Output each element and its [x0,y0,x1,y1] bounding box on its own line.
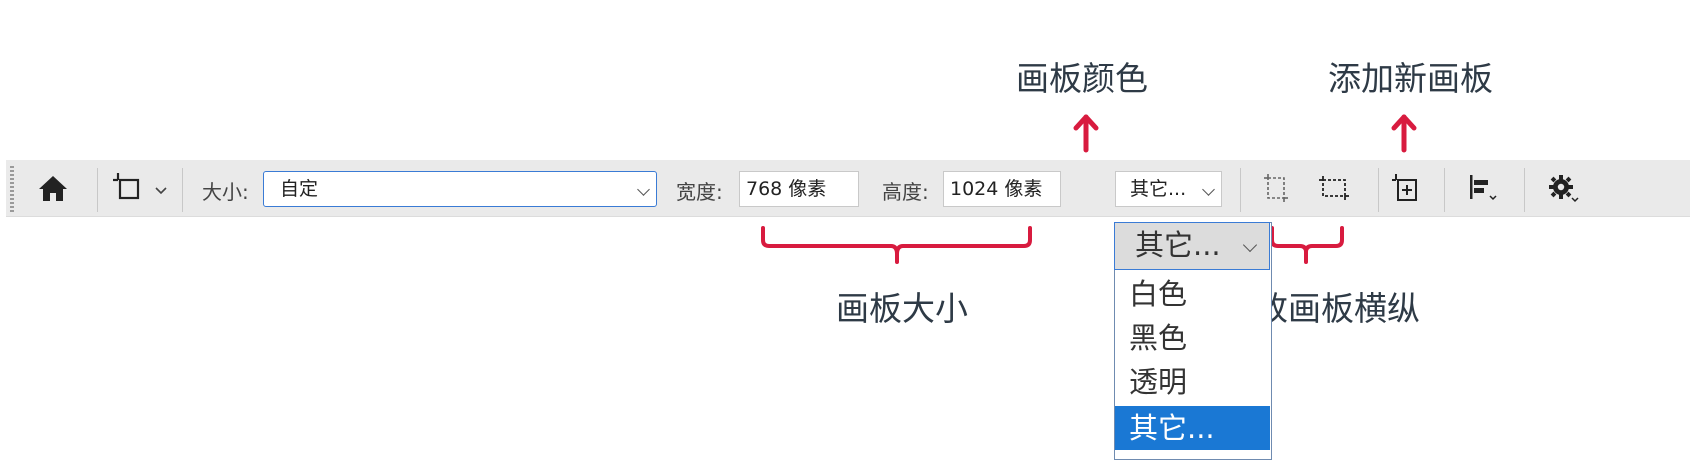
dropdown-option-white[interactable]: 白色 [1115,272,1270,316]
arrow-add-artboard [1391,114,1417,153]
dropdown-option-transparent[interactable]: 透明 [1115,360,1270,404]
separator [182,168,183,212]
portrait-icon[interactable] [1262,172,1290,208]
width-label: 宽度: [676,180,723,204]
separator [1524,168,1525,212]
toolbar-grip[interactable] [10,166,14,212]
home-icon[interactable] [37,174,69,206]
artboard-color-select-value: 其它... [1130,178,1187,200]
separator [1444,168,1445,212]
dropdown-current-value[interactable]: 其它... [1114,222,1270,270]
align-icon[interactable] [1468,173,1500,207]
chevron-down-icon [1202,183,1215,196]
width-field[interactable]: 768 像素 [739,171,859,207]
brace-orientation [1270,226,1344,264]
size-select-value: 自定 [280,178,319,200]
separator [1240,168,1241,212]
chevron-down-icon[interactable] [155,181,167,200]
chevron-down-icon [1242,237,1258,253]
artboard-color-select[interactable]: 其它... [1115,171,1222,207]
artboard-tool-icon[interactable] [112,172,142,206]
brace-artboard-size [761,226,1032,264]
separator [97,168,98,212]
landscape-icon[interactable] [1317,174,1351,206]
callout-graphics [761,114,1417,264]
gear-icon[interactable] [1548,174,1580,208]
height-field[interactable]: 1024 像素 [943,171,1061,207]
separator [1378,168,1379,212]
dropdown-current-label: 其它... [1135,228,1221,262]
size-select[interactable]: 自定 [263,171,657,207]
arrow-artboard-color [1073,114,1099,153]
add-artboard-icon[interactable] [1390,172,1420,208]
chevron-down-icon [637,183,650,196]
size-label: 大小: [202,180,249,204]
height-label: 高度: [882,180,929,204]
dropdown-option-other[interactable]: 其它... [1115,406,1270,450]
dropdown-option-black[interactable]: 黑色 [1115,316,1270,360]
